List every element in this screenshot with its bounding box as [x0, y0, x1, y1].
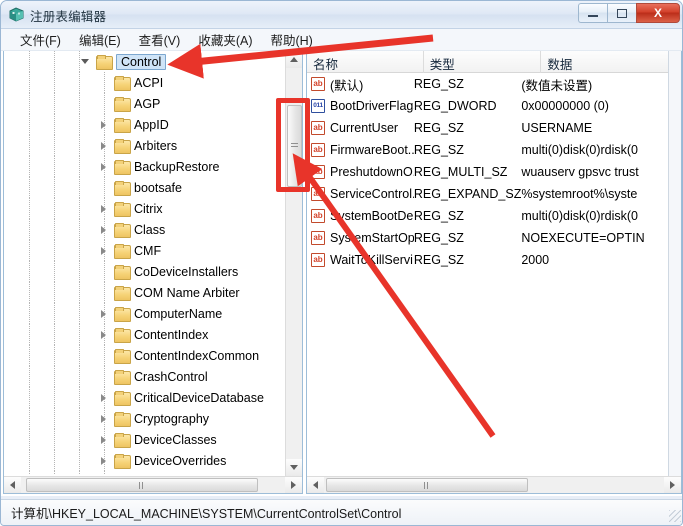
registry-editor-window: 注册表编辑器 X 文件(F) 编辑(E) 查看(V) 收藏夹(A) 帮助(H) …	[0, 0, 683, 526]
arrow-to-scrollbar	[292, 153, 496, 438]
annotation-overlay	[167, 34, 496, 438]
scrollbar-highlight-box	[276, 98, 310, 192]
arrow-to-control-key	[167, 34, 434, 79]
